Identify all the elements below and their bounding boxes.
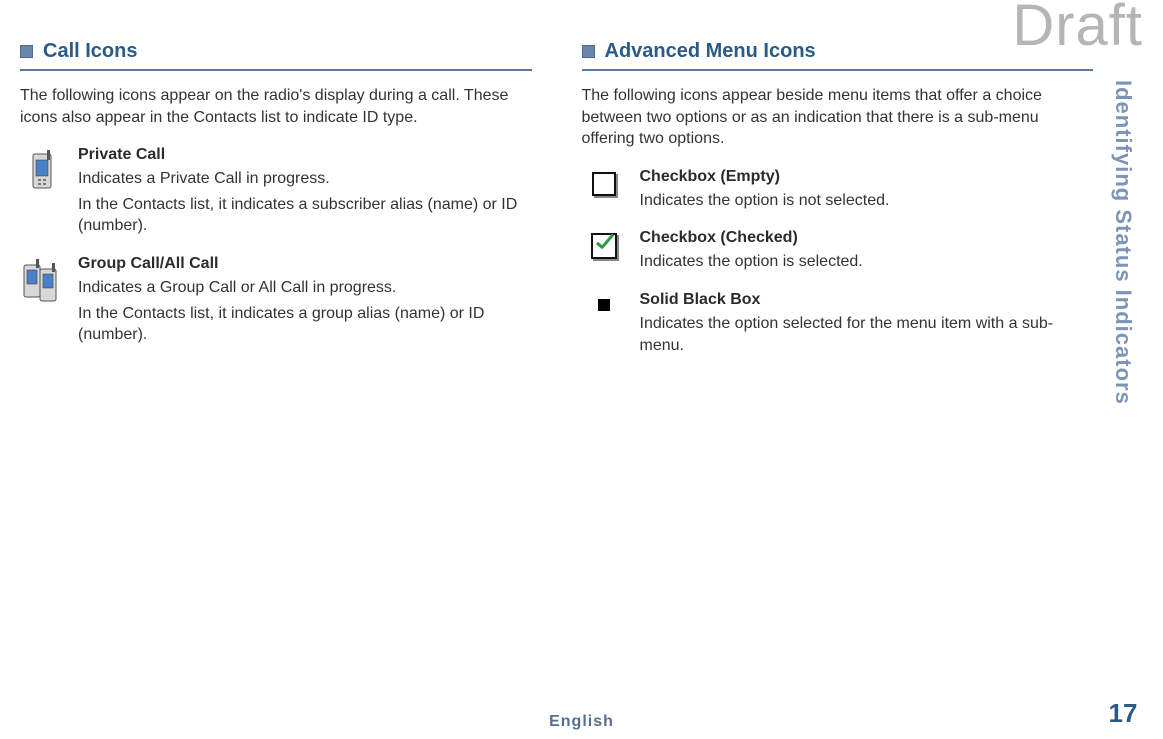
checkbox-empty-desc: Indicates the option is not selected. [640, 190, 1094, 212]
heading-rule [20, 69, 532, 71]
item-private-call: Private Call Indicates a Private Call in… [20, 146, 532, 237]
group-call-title: Group Call/All Call [78, 255, 532, 273]
item-checkbox-checked: Checkbox (Checked) Indicates the option … [582, 229, 1094, 273]
private-call-title: Private Call [78, 146, 532, 164]
call-icons-heading: Call Icons [20, 40, 532, 63]
heading-bullet-icon [582, 45, 595, 58]
language-label: English [549, 713, 614, 731]
right-column: Advanced Menu Icons The following icons … [582, 40, 1144, 739]
group-call-icon [20, 255, 64, 303]
checkbox-empty-icon [582, 168, 626, 196]
item-checkbox-empty: Checkbox (Empty) Indicates the option is… [582, 168, 1094, 212]
checkbox-checked-desc: Indicates the option is selected. [640, 251, 1094, 273]
group-call-desc: Indicates a Group Call or All Call in pr… [78, 277, 532, 299]
call-icons-intro: The following icons appear on the radio'… [20, 85, 532, 128]
draft-watermark: Draft [1012, 0, 1143, 59]
group-call-desc2: In the Contacts list, it indicates a gro… [78, 303, 532, 346]
page-content: Call Icons The following icons appear on… [0, 0, 1163, 739]
heading-bullet-icon [20, 45, 33, 58]
private-call-desc: Indicates a Private Call in progress. [78, 168, 532, 190]
left-column: Call Icons The following icons appear on… [20, 40, 532, 739]
call-icons-title: Call Icons [43, 40, 137, 63]
side-tab: Identifying Status Indicators 17 [1103, 80, 1143, 729]
checkbox-empty-title: Checkbox (Empty) [640, 168, 1094, 186]
solid-box-title: Solid Black Box [640, 291, 1094, 309]
checkbox-checked-title: Checkbox (Checked) [640, 229, 1094, 247]
advanced-menu-intro: The following icons appear beside menu i… [582, 85, 1094, 150]
item-group-call: Group Call/All Call Indicates a Group Ca… [20, 255, 532, 346]
item-solid-box: Solid Black Box Indicates the option sel… [582, 291, 1094, 356]
advanced-menu-title: Advanced Menu Icons [605, 40, 816, 63]
solid-box-icon [582, 291, 626, 311]
checkbox-checked-icon [582, 229, 626, 259]
private-call-icon [20, 146, 64, 192]
private-call-desc2: In the Contacts list, it indicates a sub… [78, 194, 532, 237]
section-label: Identifying Status Indicators [1110, 80, 1136, 405]
page-number: 17 [1109, 698, 1138, 729]
heading-rule [582, 69, 1094, 71]
solid-box-desc: Indicates the option selected for the me… [640, 313, 1094, 356]
